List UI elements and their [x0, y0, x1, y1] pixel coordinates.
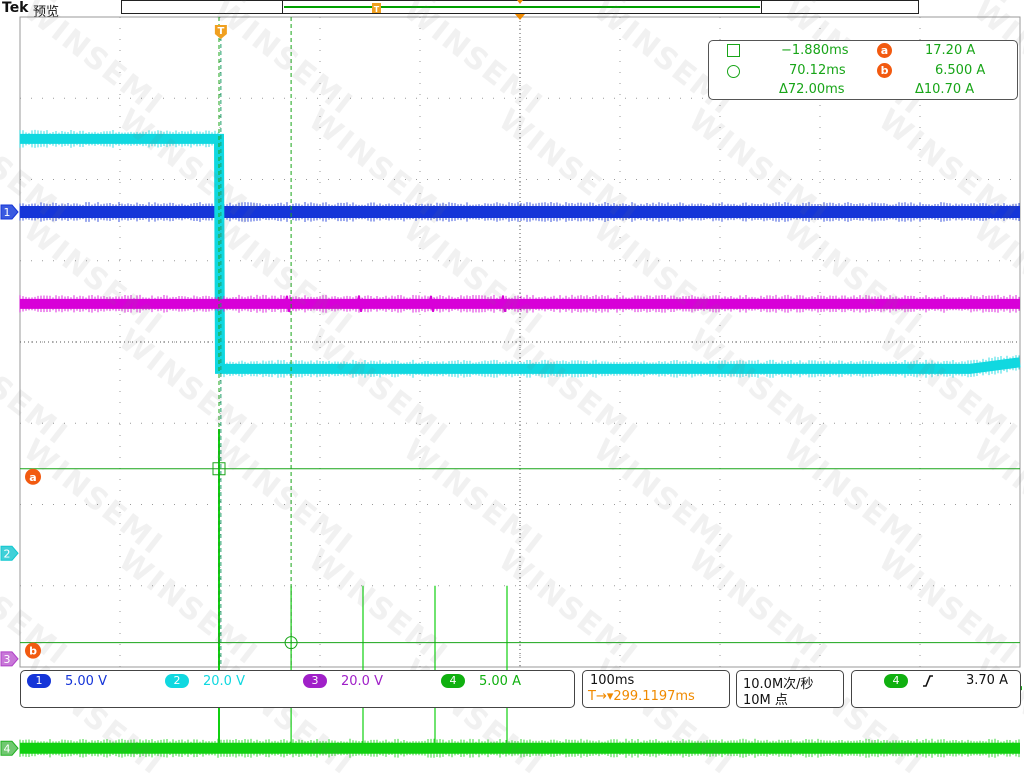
record-trigger-marker-label: T [374, 5, 380, 14]
cursor-b-badge-icon: b [877, 63, 892, 78]
record-length: 10M 点 [743, 693, 788, 708]
channel-1-ground-marker: 1 [0, 204, 19, 220]
acquisition-panel[interactable]: 10.0M次/秒 10M 点 [736, 670, 844, 708]
channel-4-ground-marker: 4 [0, 740, 19, 756]
channel-1-marker-label: 1 [4, 206, 11, 219]
trigger-level: 3.70 A [966, 673, 1008, 688]
cursor-delta-value: Δ10.70 A [915, 82, 975, 97]
channel-3-setting[interactable]: 3 20.0 V [303, 674, 383, 689]
cursor-delta-time: Δ72.00ms [779, 82, 845, 97]
oscilloscope-display: TT1234ab [0, 0, 1022, 758]
timebase-scale: 100ms [590, 673, 635, 688]
channel-3-scale: 20.0 V [341, 674, 383, 689]
channel-2-badge: 2 [165, 674, 189, 688]
cursor-a-badge-icon: a [877, 43, 892, 58]
record-trigger-marker-icon: T [372, 3, 381, 14]
cursor-b-left-badge: b [25, 642, 41, 659]
trigger-source-badge: 4 [884, 674, 908, 688]
cursor-a-square-icon [727, 44, 740, 57]
channel-4-marker-label: 4 [4, 742, 11, 755]
channel-3-badge: 3 [303, 674, 327, 688]
trigger-position: T→▾299.1197ms [588, 689, 695, 704]
timebase-panel[interactable]: 100ms T→▾299.1197ms [582, 670, 730, 708]
rising-edge-icon [922, 674, 934, 692]
channel-1-scale: 5.00 V [65, 674, 107, 689]
channel-4-badge: 4 [441, 674, 465, 688]
trigger-panel[interactable]: 4 3.70 A [851, 670, 1021, 708]
cursor-b-value: 6.500 A [935, 63, 986, 78]
cursor-a-badge-label: a [29, 471, 36, 484]
channel-1-setting[interactable]: 1 5.00 V [27, 674, 107, 689]
cursor-b-time: 70.12ms [789, 63, 846, 78]
channel-4-scale: 5.00 A [479, 674, 521, 689]
channel-4-setting[interactable]: 4 5.00 A [441, 674, 521, 689]
cursor-a-left-badge: a [25, 468, 41, 485]
channel-1-badge: 1 [27, 674, 51, 688]
channel-3-ground-marker: 3 [0, 651, 19, 667]
channel-2-setting[interactable]: 2 20.0 V [165, 674, 245, 689]
cursor-b-badge-label: b [29, 645, 37, 658]
cursor-b-circle-icon [727, 65, 740, 78]
channel-2-ground-marker: 2 [0, 545, 19, 561]
channel-2-scale: 20.0 V [203, 674, 245, 689]
trigger-marker-label: T [217, 26, 224, 37]
channel-2-marker-label: 2 [4, 547, 11, 560]
cursor-a-value: 17.20 A [925, 43, 976, 58]
expansion-point-top-icon [517, 0, 523, 4]
channel-3-marker-label: 3 [4, 653, 11, 666]
cursor-readout-panel: −1.880ms a 17.20 A 70.12ms b 6.500 A Δ72… [708, 40, 1018, 100]
cursor-a-time: −1.880ms [781, 43, 849, 58]
graticule [19, 16, 1021, 668]
channel-settings-bar[interactable]: 1 5.00 V 2 20.0 V 3 20.0 V 4 5.00 A [20, 670, 575, 708]
